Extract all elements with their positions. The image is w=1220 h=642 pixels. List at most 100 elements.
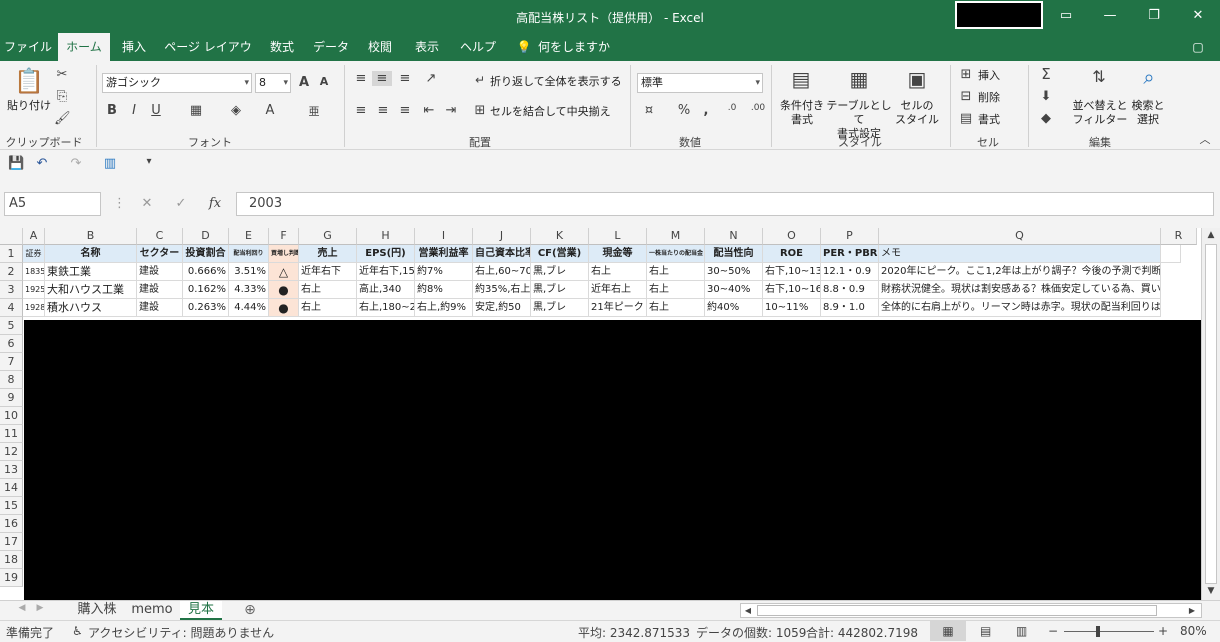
- row-header[interactable]: 4: [0, 299, 23, 317]
- undo-icon[interactable]: ↶: [34, 156, 50, 171]
- sort-filter-icon[interactable]: ⇅: [1086, 67, 1112, 86]
- clear-icon[interactable]: ◆: [1038, 111, 1054, 126]
- tab-insert[interactable]: 挿入: [114, 33, 154, 61]
- scroll-down-icon[interactable]: ▼: [1205, 586, 1217, 596]
- table-cell[interactable]: 3.51%: [229, 263, 269, 281]
- comments-icon[interactable]: ▢: [1186, 33, 1210, 61]
- align-right-icon[interactable]: ≡: [396, 103, 414, 118]
- table-cell[interactable]: 約40%: [705, 299, 763, 317]
- column-header[interactable]: N: [705, 228, 763, 245]
- column-header[interactable]: Q: [879, 228, 1161, 245]
- conditional-format-button[interactable]: 条件付き 書式: [776, 99, 828, 127]
- scroll-up-icon[interactable]: ▲: [1205, 230, 1217, 240]
- table-cell[interactable]: 近年右下: [299, 263, 357, 281]
- redo-icon[interactable]: ↷: [68, 156, 84, 171]
- increase-decimal-icon[interactable]: .0: [722, 103, 742, 113]
- page-layout-view-icon[interactable]: ▤: [980, 624, 991, 638]
- collapse-ribbon-icon[interactable]: ︿: [1198, 131, 1212, 147]
- status-sum[interactable]: 合計: 442802.7198: [806, 624, 918, 641]
- table-cell[interactable]: 0.666%: [183, 263, 229, 281]
- currency-icon[interactable]: ¤: [640, 103, 658, 118]
- table-cell[interactable]: 4.33%: [229, 281, 269, 299]
- minimize-icon[interactable]: —: [1098, 5, 1122, 27]
- table-cell[interactable]: 2020年にピーク。ここ1,2年は上がり調子？今後の予測で判断。財務: [879, 263, 1161, 281]
- row-header[interactable]: 16: [0, 515, 23, 533]
- wrap-text-button[interactable]: 折り返して全体を表示する: [490, 75, 622, 89]
- font-name-combo[interactable]: 游ゴシック ▾: [102, 73, 252, 93]
- table-cell[interactable]: 右上,約9%: [415, 299, 473, 317]
- table-cell[interactable]: 右上: [589, 263, 647, 281]
- normal-view-icon[interactable]: ▦: [930, 621, 966, 641]
- autosum-icon[interactable]: Σ: [1038, 65, 1054, 83]
- align-top-icon[interactable]: ≡: [352, 71, 370, 86]
- empty-cell[interactable]: [1161, 245, 1181, 263]
- enter-icon[interactable]: ✓: [172, 196, 190, 211]
- column-header[interactable]: A: [23, 228, 45, 245]
- header-cell[interactable]: EPS(円): [357, 245, 415, 263]
- header-cell[interactable]: 売上: [299, 245, 357, 263]
- row-header[interactable]: 6: [0, 335, 23, 353]
- scroll-right-icon[interactable]: ▶: [1187, 604, 1197, 617]
- column-header[interactable]: H: [357, 228, 415, 245]
- table-cell[interactable]: 黒,ブレ: [531, 281, 589, 299]
- cell-styles-icon[interactable]: ▣: [904, 67, 930, 91]
- table-cell[interactable]: 12.1・0.9: [821, 263, 879, 281]
- table-cell[interactable]: 右上,180~250: [357, 299, 415, 317]
- table-cell[interactable]: 30~50%: [705, 263, 763, 281]
- header-cell[interactable]: セクター: [137, 245, 183, 263]
- row-header[interactable]: 7: [0, 353, 23, 371]
- prev-sheet-icon[interactable]: ◀: [16, 603, 28, 613]
- sheet-tab-active[interactable]: 見本: [180, 601, 222, 620]
- row-header[interactable]: 10: [0, 407, 23, 425]
- tab-home[interactable]: ホーム: [58, 33, 110, 61]
- table-cell[interactable]: 全体的に右肩上がり。リーマン時は赤字。現状の配当利回りは魅力的: [879, 299, 1161, 317]
- paste-icon[interactable]: 📋: [12, 67, 46, 95]
- row-header[interactable]: 2: [0, 263, 23, 281]
- delete-cells-button[interactable]: 削除: [978, 91, 1000, 105]
- zoom-slider[interactable]: [1064, 631, 1154, 632]
- account-area[interactable]: [955, 1, 1043, 29]
- conditional-format-icon[interactable]: ▤: [788, 67, 814, 91]
- underline-icon[interactable]: U: [148, 103, 164, 118]
- decrease-indent-icon[interactable]: ⇤: [420, 103, 438, 118]
- zoom-in-icon[interactable]: +: [1158, 624, 1168, 638]
- add-sheet-icon[interactable]: ⊕: [242, 602, 258, 618]
- table-cell[interactable]: 近年右下,150: [357, 263, 415, 281]
- header-cell[interactable]: 現金等: [589, 245, 647, 263]
- cut-icon[interactable]: ✂: [54, 67, 70, 82]
- insert-cells-icon[interactable]: ⊞: [958, 67, 974, 82]
- accessibility-icon[interactable]: ♿: [72, 624, 83, 638]
- column-header[interactable]: M: [647, 228, 705, 245]
- tab-review[interactable]: 校閲: [360, 33, 400, 61]
- table-cell[interactable]: 8.8・0.9: [821, 281, 879, 299]
- fill-icon[interactable]: ⬇: [1038, 89, 1054, 104]
- table-cell[interactable]: 30~40%: [705, 281, 763, 299]
- table-cell[interactable]: 10~11%: [763, 299, 821, 317]
- tab-file[interactable]: ファイル: [4, 33, 52, 61]
- row-header[interactable]: 8: [0, 371, 23, 389]
- merge-icon[interactable]: ⊞: [472, 103, 488, 118]
- hscroll-thumb[interactable]: [757, 605, 1157, 616]
- italic-icon[interactable]: I: [126, 103, 142, 118]
- column-header[interactable]: L: [589, 228, 647, 245]
- column-header[interactable]: K: [531, 228, 589, 245]
- table-cell[interactable]: 右上: [299, 299, 357, 317]
- phonetic-icon[interactable]: 亜: [306, 103, 322, 119]
- table-cell[interactable]: 0.263%: [183, 299, 229, 317]
- header-cell[interactable]: CF(営業): [531, 245, 589, 263]
- table-cell[interactable]: 積水ハウス: [45, 299, 137, 317]
- table-cell[interactable]: 8.9・1.0: [821, 299, 879, 317]
- header-cell[interactable]: 営業利益率: [415, 245, 473, 263]
- zoom-slider-thumb[interactable]: [1096, 626, 1100, 637]
- align-middle-icon[interactable]: ≡: [372, 71, 392, 86]
- row-header[interactable]: 3: [0, 281, 23, 299]
- align-left-icon[interactable]: ≡: [352, 103, 370, 118]
- close-icon[interactable]: ✕: [1186, 5, 1210, 27]
- search-icon[interactable]: ⌕: [1136, 65, 1162, 89]
- header-cell[interactable]: 配当利回り: [229, 245, 269, 263]
- table-cell[interactable]: 大和ハウス工業: [45, 281, 137, 299]
- bold-icon[interactable]: B: [104, 103, 120, 118]
- scroll-left-icon[interactable]: ◀: [743, 604, 753, 617]
- find-select-button[interactable]: 検索と 選択: [1128, 99, 1168, 127]
- fill-color-icon[interactable]: ◈: [228, 103, 244, 118]
